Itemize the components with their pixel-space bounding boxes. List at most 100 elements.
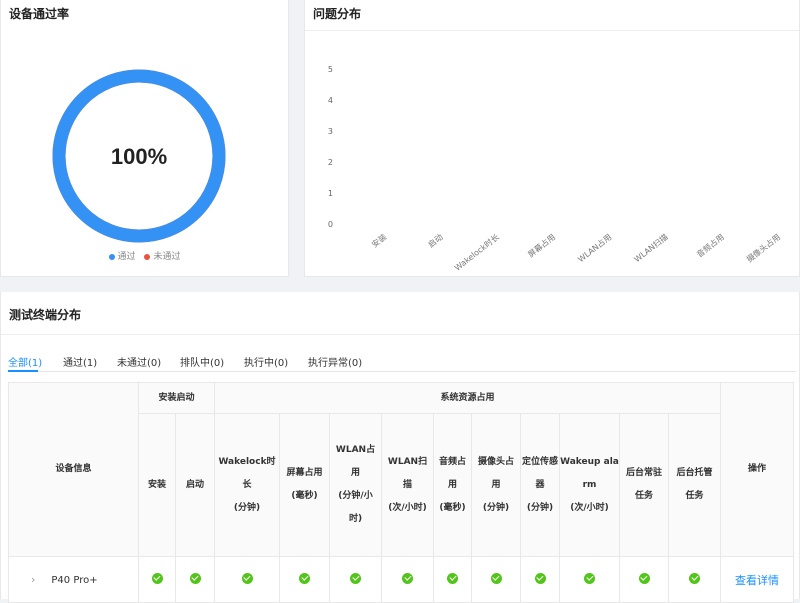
header-group-resource: 系统资源占用: [214, 382, 721, 414]
tab-queued[interactable]: 排队中(0): [180, 354, 224, 369]
column-header-line: 用: [350, 468, 360, 478]
pass-check-icon: [534, 572, 546, 584]
action-cell: 查看详情: [720, 556, 794, 603]
column-header-line: (分钟/小: [338, 491, 373, 501]
x-category-label: 屏幕占用: [526, 232, 557, 260]
header-device-info: 设备信息: [8, 382, 139, 557]
header-action: 操作: [720, 382, 794, 557]
x-category-label: 启动: [426, 232, 445, 250]
tab-all[interactable]: 全部(1): [8, 354, 42, 369]
x-category-label: Wakelock时长: [452, 232, 500, 273]
result-cell: [520, 556, 560, 603]
column-header-line: 屏幕占用: [286, 468, 323, 478]
device-pass-rate-card: 设备通过率 100% 通过 未通过: [0, 0, 289, 277]
status-tabs: 全部(1) 通过(1) 未通过(0) 排队中(0) 执行中(0) 执行异常(0): [8, 352, 796, 372]
result-cell: [668, 556, 721, 603]
expand-chevron-icon[interactable]: ›: [31, 573, 35, 586]
column-header-line: 任务: [634, 491, 653, 501]
column-header-line: rm: [582, 479, 597, 490]
column-header: 后台常驻 任务: [619, 413, 669, 557]
pass-check-icon: [241, 572, 253, 584]
pass-check-icon: [151, 572, 163, 584]
legend-pass-label: 通过: [117, 252, 136, 262]
column-header-line: 长: [242, 479, 252, 490]
table-row: › P40 Pro+ 查看详情: [8, 556, 794, 603]
legend-pass[interactable]: 通过: [108, 249, 136, 262]
pass-check-icon: [189, 572, 201, 584]
column-header: 安装: [138, 413, 176, 557]
result-cell: [138, 556, 176, 603]
result-cell: [214, 556, 280, 603]
column-header-line: (次/小时): [570, 502, 609, 513]
pass-check-icon: [689, 572, 700, 584]
result-cell: [279, 556, 330, 603]
column-header-line: (分钟): [233, 502, 261, 513]
result-cell: [433, 556, 472, 603]
column-header-line: 描: [402, 479, 412, 490]
x-category-label: 摄像头占用: [744, 232, 782, 265]
legend-pass-dot: [108, 253, 115, 260]
device-name: P40 Pro+: [51, 575, 98, 586]
result-cell: [175, 556, 215, 603]
active-tab-underline: [8, 370, 38, 372]
column-header: Wakeup ala rm (次/小时): [559, 413, 620, 557]
result-cell: [559, 556, 620, 603]
pass-check-icon: [447, 572, 458, 584]
column-header: 启动: [175, 413, 215, 557]
tab-passed[interactable]: 通过(1): [63, 354, 97, 369]
column-header-line: 后台托管: [676, 468, 713, 478]
result-cell: [471, 556, 521, 603]
column-header: 后台托管 任务: [668, 413, 721, 557]
column-header-line: (分钟): [526, 502, 554, 513]
column-header-line: 启动: [185, 479, 204, 490]
column-header-line: 后台常驻: [625, 468, 662, 478]
column-header: 音频占用 (毫秒): [433, 413, 472, 557]
terminal-distribution-card: 测试终端分布 全部(1) 通过(1) 未通过(0) 排队中(0) 执行中(0) …: [0, 292, 800, 603]
result-cell: [619, 556, 669, 603]
terminal-card-divider: [1, 334, 799, 335]
y-tick-label: 2: [328, 158, 333, 167]
tab-running[interactable]: 执行中(0): [244, 354, 288, 369]
column-header: 定位传感器 (分钟): [520, 413, 560, 557]
device-cell: › P40 Pro+: [8, 556, 139, 603]
pass-rate-legend: 通过 未通过: [1, 249, 288, 262]
x-category-label: 音频占用: [694, 232, 725, 260]
column-header-line: 安装: [147, 479, 166, 490]
column-header-line: 用: [491, 479, 501, 490]
x-category-label: WLAN扫描: [632, 232, 670, 265]
column-header-line: 定位传感: [521, 456, 558, 467]
issue-distribution-card: 问题分布 0 1 2 3 4 5 安装 启动 Wakelock时长 屏幕占用 WLAN占用 WLAN扫…: [304, 0, 800, 277]
column-header-line: WLAN扫: [387, 456, 428, 467]
y-tick-label: 0: [328, 220, 333, 229]
column-header-line: (毫秒): [439, 502, 466, 513]
column-header-line: 摄像头占: [477, 456, 514, 467]
tab-error[interactable]: 执行异常(0): [308, 354, 362, 369]
header-group-install: 安装启动: [138, 382, 215, 414]
column-header: 摄像头占用 (分钟): [471, 413, 521, 557]
x-category-label: WLAN占用: [576, 232, 614, 265]
pass-rate-donut: 100%: [51, 68, 227, 244]
column-header: WLAN占用 (分钟/小 时): [329, 413, 382, 557]
pass-check-icon: [299, 572, 310, 584]
y-tick-label: 1: [328, 189, 333, 198]
terminal-table: 设备信息 安装启动 系统资源占用 操作 安装 启动 Wakelock时长 (分钟) 屏幕…: [8, 382, 794, 603]
issue-distribution-title: 问题分布: [313, 7, 362, 21]
legend-fail[interactable]: 未通过: [144, 249, 180, 262]
column-header-line: 用: [447, 479, 457, 490]
column-header: WLAN扫描 (次/小时): [381, 413, 434, 557]
view-details-link[interactable]: 查看详情: [735, 574, 779, 587]
terminal-distribution-title: 测试终端分布: [9, 308, 82, 322]
column-header-line: 音频占: [438, 456, 466, 467]
column-header-line: (毫秒): [291, 491, 318, 501]
column-header-line: 任务: [685, 491, 704, 501]
tab-failed[interactable]: 未通过(0): [117, 354, 161, 369]
column-header-line: (次/小时): [388, 502, 427, 513]
column-header-line: Wakelock时: [218, 456, 276, 467]
result-cell: [381, 556, 434, 603]
column-header-line: WLAN占: [335, 445, 376, 455]
column-header-line: Wakeup ala: [560, 456, 619, 467]
pass-check-icon: [490, 572, 502, 584]
pass-rate-title: 设备通过率: [9, 7, 70, 21]
x-category-label: 安装: [370, 232, 389, 250]
y-tick-label: 5: [328, 65, 333, 74]
